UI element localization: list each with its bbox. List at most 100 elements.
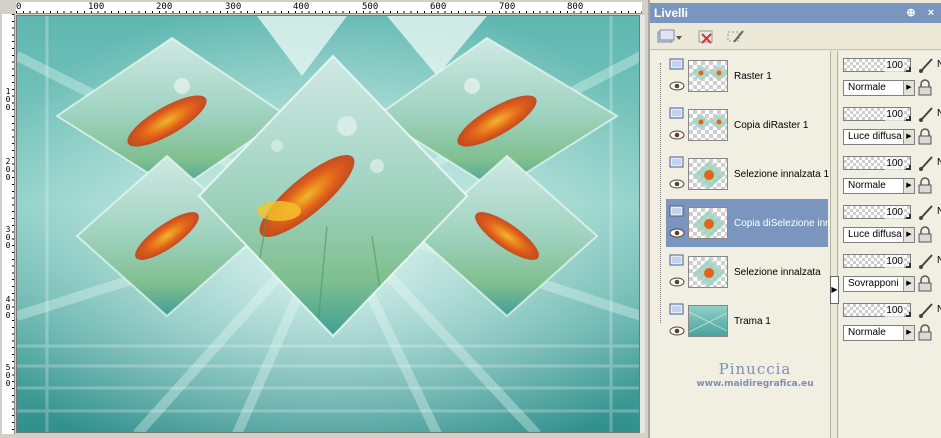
- lock-icon[interactable]: [918, 128, 932, 145]
- brush-icon[interactable]: [917, 301, 935, 319]
- eye-icon[interactable]: [669, 277, 685, 287]
- panel-title: Livelli: [654, 6, 689, 20]
- pin-icon[interactable]: ⊕: [903, 5, 919, 21]
- blend-mode-select[interactable]: Sovrapponi ▶: [843, 276, 915, 292]
- brush-icon[interactable]: [917, 252, 935, 270]
- lock-icon[interactable]: [918, 275, 932, 292]
- layer-type-icon[interactable]: [669, 106, 685, 120]
- blend-mode-select[interactable]: Luce diffusa ▶: [843, 227, 915, 243]
- opacity-field[interactable]: 100: [843, 156, 911, 170]
- chevron-right-icon[interactable]: ▶: [903, 179, 914, 193]
- blend-mode-select[interactable]: Normale ▶: [843, 80, 915, 96]
- opacity-value: 100: [885, 157, 904, 170]
- layer-type-icon[interactable]: [669, 204, 685, 218]
- layer-thumbnail: [688, 207, 728, 239]
- blend-mode-value: Sovrapponi: [848, 278, 899, 289]
- layers-toolbar: [650, 24, 941, 50]
- artwork: [17, 16, 639, 432]
- n-label: N: [937, 206, 941, 217]
- layer-row[interactable]: Trama 1: [666, 297, 828, 345]
- layer-properties: 100 N Normale ▶ 100 N Luce diffusa ▶ 100 N Normale…: [839, 51, 941, 438]
- lock-icon[interactable]: [918, 324, 932, 341]
- delete-layer-button[interactable]: [696, 28, 716, 46]
- blend-mode-select[interactable]: Normale ▶: [843, 178, 915, 194]
- edit-selection-button[interactable]: [726, 28, 746, 46]
- layer-row[interactable]: Selezione innalzata 1: [666, 150, 830, 198]
- blend-mode-value: Normale: [848, 82, 886, 93]
- ruler-label: 100: [88, 2, 105, 12]
- eye-icon[interactable]: [669, 326, 685, 336]
- blend-mode-value: Normale: [848, 327, 886, 338]
- layer-type-icon[interactable]: [669, 253, 685, 267]
- layer-properties-row: 100 N Normale ▶: [839, 52, 941, 100]
- n-label: N: [937, 304, 941, 315]
- layer-type-icon[interactable]: [669, 57, 685, 71]
- new-layer-button[interactable]: [656, 28, 682, 46]
- watermark-name: Pinuccia: [718, 360, 792, 378]
- layer-properties-row: 100 N Luce diffusa ▶: [839, 199, 941, 247]
- brush-icon[interactable]: [917, 203, 935, 221]
- eye-icon[interactable]: [669, 228, 685, 238]
- ruler-label: 0: [16, 2, 22, 12]
- eye-icon[interactable]: [669, 179, 685, 189]
- n-label: N: [937, 108, 941, 119]
- layer-type-icon[interactable]: [669, 155, 685, 169]
- layer-list-scrollbar[interactable]: ▶: [830, 51, 839, 438]
- lock-icon[interactable]: [918, 79, 932, 96]
- ruler-label: 700: [499, 2, 516, 12]
- layer-thumbnail: [688, 109, 728, 141]
- n-label: N: [937, 59, 941, 70]
- brush-icon[interactable]: [917, 105, 935, 123]
- chevron-right-icon[interactable]: ▶: [903, 326, 914, 340]
- image-canvas[interactable]: [16, 15, 640, 433]
- vertical-ruler: 1 0 0 2 0 0 3 0 0 4 0 0 5 0 0: [2, 14, 15, 434]
- chevron-right-icon[interactable]: ▶: [903, 277, 914, 291]
- blend-mode-value: Luce diffusa: [848, 229, 902, 240]
- chevron-right-icon[interactable]: ▶: [903, 228, 914, 242]
- ruler-label: 3 0 0: [5, 225, 11, 250]
- chevron-right-icon[interactable]: ▶: [903, 130, 914, 144]
- layer-thumbnail: [688, 60, 728, 92]
- close-icon[interactable]: ×: [923, 5, 939, 21]
- lock-icon[interactable]: [918, 226, 932, 243]
- brush-icon[interactable]: [917, 56, 935, 74]
- blend-mode-select[interactable]: Luce diffusa ▶: [843, 129, 915, 145]
- eye-icon[interactable]: [669, 130, 685, 140]
- lock-icon[interactable]: [918, 177, 932, 194]
- watermark-url: www.maidiregrafica.eu: [696, 379, 814, 389]
- opacity-field[interactable]: 100: [843, 205, 911, 219]
- opacity-field[interactable]: 100: [843, 107, 911, 121]
- opacity-value: 100: [885, 108, 904, 121]
- canvas-area: 0 100 200 300 400 500 600 700 800 1 0 0 …: [0, 0, 645, 438]
- eye-icon[interactable]: [669, 81, 685, 91]
- layer-row[interactable]: Selezione innalzata: [666, 248, 828, 296]
- chevron-right-icon[interactable]: ▶: [903, 81, 914, 95]
- opacity-field[interactable]: 100: [843, 58, 911, 72]
- brush-icon[interactable]: [917, 154, 935, 172]
- layer-row[interactable]: Copia diSelezione innalz: [666, 199, 844, 247]
- layer-thumbnail: [688, 158, 728, 190]
- ruler-label: 5 0 0: [5, 363, 11, 388]
- watermark: Pinuccia www.maidiregrafica.eu: [690, 360, 820, 389]
- layer-name: Selezione innalzata 1: [734, 169, 830, 180]
- layer-row[interactable]: Copia diRaster 1: [666, 101, 828, 149]
- layer-row[interactable]: Raster 1: [666, 52, 828, 100]
- layer-properties-row: 100 N Normale ▶: [839, 150, 941, 198]
- ruler-label: 400: [293, 2, 310, 12]
- n-label: N: [937, 255, 941, 266]
- opacity-value: 100: [885, 255, 904, 268]
- opacity-value: 100: [885, 59, 904, 72]
- blend-mode-select[interactable]: Normale ▶: [843, 325, 915, 341]
- scrollbar-grip[interactable]: ▶: [830, 276, 839, 304]
- opacity-field[interactable]: 100: [843, 303, 911, 317]
- n-label: N: [937, 157, 941, 168]
- layer-name: Copia diRaster 1: [734, 120, 809, 131]
- opacity-field[interactable]: 100: [843, 254, 911, 268]
- layer-type-icon[interactable]: [669, 302, 685, 316]
- canvas-scrollbar[interactable]: [640, 15, 645, 433]
- ruler-label: 800: [567, 2, 584, 12]
- horizontal-ruler: 0 100 200 300 400 500 600 700 800: [16, 2, 642, 14]
- layer-properties-row: 100 N Normale ▶: [839, 297, 941, 345]
- ruler-label: 1 0 0: [5, 87, 11, 112]
- opacity-value: 100: [885, 206, 904, 219]
